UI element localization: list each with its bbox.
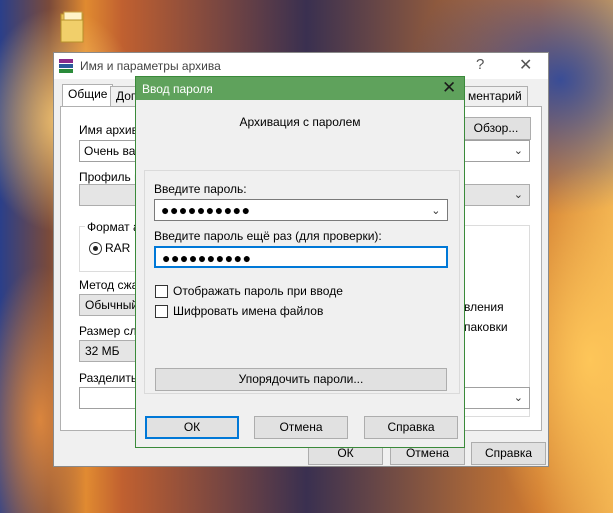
winrar-icon xyxy=(59,59,73,73)
dictionary-size-value: 32 МБ xyxy=(85,344,120,358)
method-label: Метод сжа xyxy=(79,278,139,292)
dictionary-size-select[interactable]: 32 МБ xyxy=(79,340,141,362)
password-value: ●●●●●●●●●● xyxy=(161,202,251,218)
close-icon[interactable]: ✕ xyxy=(442,78,456,98)
folder-icon[interactable] xyxy=(60,10,86,44)
dialog-titlebar: Ввод пароля ✕ xyxy=(136,77,464,100)
dialog-ok-button[interactable]: ОК xyxy=(145,416,239,439)
window-title: Имя и параметры архива xyxy=(80,59,221,73)
chevron-down-icon[interactable]: ⌄ xyxy=(514,391,523,404)
confirm-password-input[interactable]: ●●●●●●●●●● xyxy=(154,246,448,268)
password-input[interactable]: ●●●●●●●●●● ⌄ xyxy=(154,199,448,221)
right-option-text-2: паковки xyxy=(464,320,508,334)
dialog-cancel-button[interactable]: Отмена xyxy=(254,416,348,439)
dialog-help-button[interactable]: Справка xyxy=(364,416,458,439)
help-button[interactable]: Справка xyxy=(471,442,546,465)
method-value: Обычный xyxy=(85,298,139,312)
close-icon[interactable]: ✕ xyxy=(519,55,532,75)
confirm-password-value: ●●●●●●●●●● xyxy=(162,250,252,266)
chevron-down-icon[interactable]: ⌄ xyxy=(514,144,523,157)
help-button[interactable]: ? xyxy=(476,56,484,73)
show-password-checkbox[interactable] xyxy=(155,285,168,298)
browse-button[interactable]: Обзор... xyxy=(461,117,531,140)
chevron-down-icon[interactable]: ⌄ xyxy=(431,203,441,220)
method-select[interactable]: Обычный xyxy=(79,294,141,316)
password-label: Введите пароль: xyxy=(154,182,247,196)
dialog-title: Ввод пароля xyxy=(142,82,213,96)
encrypt-filenames-label: Шифровать имена файлов xyxy=(173,304,324,318)
format-rar-radio[interactable] xyxy=(89,242,102,255)
tab-comment[interactable]: ментарий xyxy=(462,86,528,106)
right-option-text-1: вления xyxy=(464,300,504,314)
password-dialog: Ввод пароля ✕ Архивация с паролем Введит… xyxy=(135,76,465,448)
split-volumes-label: Разделить xyxy=(79,371,138,385)
encrypt-filenames-checkbox[interactable] xyxy=(155,305,168,318)
organize-passwords-button[interactable]: Упорядочить пароли... xyxy=(155,368,447,391)
show-password-label: Отображать пароль при вводе xyxy=(173,284,343,298)
dialog-heading: Архивация с паролем xyxy=(239,115,361,129)
tab-general[interactable]: Общие xyxy=(62,84,114,106)
confirm-password-label: Введите пароль ещё раз (для проверки): xyxy=(154,229,382,243)
format-rar-label: RAR xyxy=(105,241,131,255)
chevron-down-icon[interactable]: ⌄ xyxy=(514,188,523,201)
